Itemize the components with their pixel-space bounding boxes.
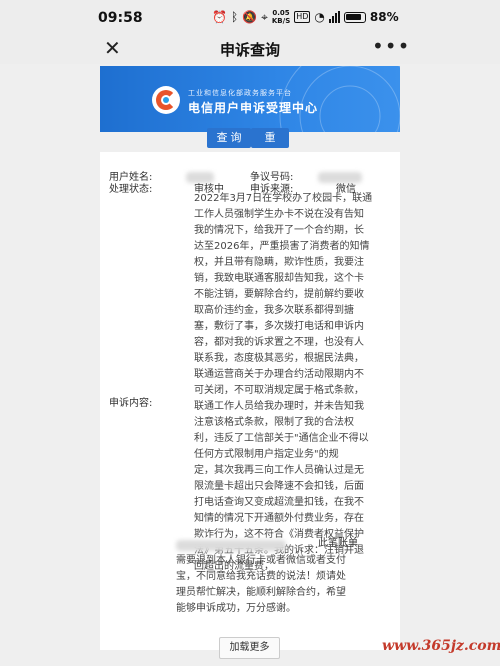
alarm-icon: ⏰ <box>212 10 227 24</box>
reset-button[interactable]: 重 置 <box>251 128 289 164</box>
content-line: 限流量卡超出只会降速不会扣钱，后面 <box>194 481 364 492</box>
dispute-number-redacted <box>318 172 362 183</box>
content-line: 需要退到本人银行卡或者微信或者支付 <box>176 555 346 566</box>
net-speed-unit: KB/S <box>271 17 291 25</box>
content-line: 权，并且带有隐瞒，欺诈性质，我要注 <box>194 257 364 268</box>
content-line: 可关闭，不可取消规定属于格式条款， <box>194 385 364 396</box>
content-label: 申诉内容: <box>109 398 153 409</box>
content-line: 任何方式限制用户指定业务"的规 <box>194 449 339 460</box>
content-line: 联通运营商关于办理合约活动限期内不 <box>194 369 364 380</box>
status-time: 09:58 <box>98 10 143 26</box>
battery-icon <box>343 11 366 23</box>
bluetooth-icon: ᛒ <box>230 10 239 24</box>
content-line: 我的情况下，给我开了一个合约期，长 <box>194 225 364 236</box>
watermark-text: www.365jz.com <box>382 638 500 654</box>
hd-badge: HD <box>294 11 311 23</box>
content-line: 容，都对我的诉求置之不理，也没有人 <box>194 337 364 348</box>
content-line: 联通工作人员给我办理时，并未告知我 <box>194 401 364 412</box>
content-line: 2022年3月7日在学校办了校园卡，联通 <box>194 193 373 204</box>
content-line: 理员帮忙解决，能顺利解除合约，希望 <box>176 587 346 598</box>
content-line: 工作人员强制学生办卡不说在没有告知 <box>194 209 364 220</box>
signal-icon <box>328 11 340 23</box>
status-label: 处理状态: <box>109 184 153 195</box>
net-speed-value: 0.05 <box>272 9 290 17</box>
content-line: 能够申诉成功，万分感谢。 <box>176 603 296 614</box>
banner-title: 电信用户申诉受理中心 <box>188 101 319 115</box>
content-line: 利，违反了工信部关于"通信企业不得以 <box>194 433 369 444</box>
more-menu-icon[interactable]: ••• <box>372 34 410 58</box>
query-button[interactable]: 查 询 <box>207 128 251 148</box>
content-line: 宝，不同意给我充话费的说法！烦请处 <box>176 571 346 582</box>
battery-percent: 88% <box>369 10 399 24</box>
load-more-button[interactable]: 加载更多 <box>219 637 280 659</box>
content-line: 定，其次我再三向工作人员确认过是无 <box>194 465 364 476</box>
content-line: 取高价违约金，我多次联系都得到搪 <box>194 305 354 316</box>
nav-bar: ✕ 申诉查询 ••• <box>0 34 500 64</box>
silent-icon: 🔕 <box>242 10 258 24</box>
content-line: 达至2026年，严重损害了消费者的知情 <box>194 241 370 252</box>
content-tail-fragment: 此笔账单 <box>318 538 358 549</box>
content-line: 联系我，态度极其恶劣，根据民法典， <box>194 353 364 364</box>
content-line: 塞，敷衍了事，多次拨打电话和申诉内 <box>194 321 364 332</box>
wifi-icon: ◔ <box>314 10 325 24</box>
user-name-redacted <box>186 172 214 183</box>
telecom-logo-icon <box>152 86 180 114</box>
banner-subtitle: 工业和信息化部政务服务平台 <box>188 89 292 97</box>
header-banner: 工业和信息化部政务服务平台 电信用户申诉受理中心 <box>100 66 400 132</box>
content-line: 打电话查询又变成超流量扣钱，在我不 <box>194 497 364 508</box>
net-speed: 0.05 KB/S <box>272 9 290 25</box>
complaint-content-tail: 需要退到本人银行卡或者微信或者支付 宝，不同意给我充话费的说法！烦请处 理员帮忙解决… <box>176 553 361 617</box>
content-line: 销，我致电联通客服却告知我，这个卡 <box>194 273 364 284</box>
location-icon: ⌖ <box>261 10 268 24</box>
page-title: 申诉查询 <box>219 41 280 59</box>
complaint-content: 2022年3月7日在学校办了校园卡，联通 工作人员强制学生办卡不说在没有告知 我的情… <box>194 191 373 575</box>
content-line: 知情的情况下开通额外付费业务，存在 <box>194 513 364 524</box>
status-bar: 09:58 ⏰ ᛒ 🔕 ⌖ 0.05 KB/S HD ◔ 88% <box>0 0 500 34</box>
content-line: 不能注销，要解除合约，提前解约要收 <box>194 289 364 300</box>
status-icons: ⏰ ᛒ 🔕 ⌖ 0.05 KB/S HD ◔ 88% <box>212 8 399 26</box>
content-line: 注意该格式条款，限制了我的合法权 <box>194 417 354 428</box>
content-redacted <box>176 540 286 551</box>
